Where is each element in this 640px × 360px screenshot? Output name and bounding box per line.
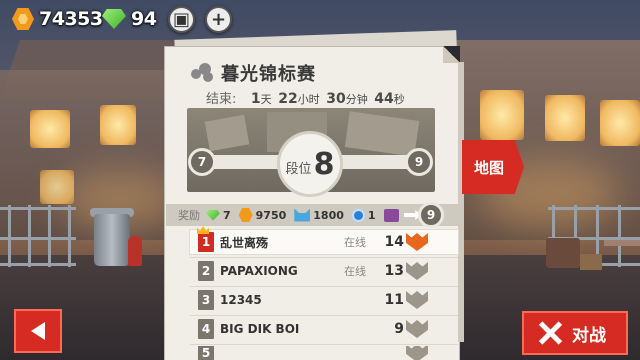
gem-count: 94: [131, 8, 157, 30]
coin-hex-icon: [238, 208, 253, 222]
rank-badge: 4: [198, 319, 214, 339]
bag-icon: ▣: [172, 8, 190, 30]
timer-minutes: 30: [326, 91, 346, 107]
window-light: [100, 105, 136, 145]
player-name: 12345: [220, 293, 262, 307]
paper-side: [458, 62, 464, 342]
online-status: 在线: [344, 265, 366, 278]
leaderboard-row[interactable]: 4 BIG DIK BOI 9: [190, 317, 458, 341]
reward-cats: 1800: [313, 208, 344, 222]
leaderboard-row[interactable]: 2 PAPAXIONG 在线 13: [190, 259, 458, 283]
player-score: 14: [384, 234, 404, 250]
timer-days-unit: 天: [260, 93, 272, 106]
timer-days: 1: [250, 91, 261, 107]
player-name: 乱世离殇: [220, 235, 269, 250]
leaderboard-row[interactable]: 1 乱世离殇 在线 14: [190, 230, 458, 254]
row-divider: [190, 315, 458, 316]
medal-icon: [406, 262, 428, 280]
shop-button[interactable]: ▣: [168, 6, 195, 33]
paper-fold: [443, 46, 460, 63]
timer-label: 结束:: [206, 92, 237, 107]
window-light: [480, 90, 524, 140]
reward-coins: 9750: [255, 208, 287, 222]
window-light: [30, 110, 70, 148]
coin-count: 74353: [39, 8, 103, 30]
player-score: 13: [384, 263, 404, 279]
gem-counter: 94: [102, 8, 157, 30]
crossed-swords-icon: [538, 321, 563, 345]
window-light: [600, 100, 640, 146]
player-name: BIG DIK BOI: [220, 322, 300, 336]
crate-icon: [383, 208, 399, 222]
fight-button-label: 对战: [572, 325, 606, 346]
gem-icon: [102, 9, 126, 29]
prev-rank-node: 7: [188, 148, 216, 176]
coin-hex-icon: [12, 8, 34, 30]
coin-counter: 74353: [12, 8, 103, 30]
map-button-label: 地图: [474, 158, 505, 177]
timer-minutes-unit: 分钟: [345, 93, 368, 106]
rank-badge: 5: [198, 346, 214, 360]
medal-icon: [406, 291, 428, 309]
next-rank-node: 9: [405, 148, 433, 176]
rewards-strip: 奖励 7 9750 1800 1: [166, 204, 460, 226]
rewards-label: 奖励: [178, 209, 200, 222]
reward-gems: 7: [223, 208, 231, 222]
gem-icon: [206, 209, 220, 221]
row-divider: [190, 257, 458, 258]
add-currency-button[interactable]: +: [205, 6, 232, 33]
dust-cloud-icon: [191, 63, 215, 83]
medal-icon: [406, 233, 428, 251]
medal-icon: [406, 320, 428, 338]
window-light: [545, 95, 585, 141]
box: [580, 254, 602, 270]
leaderboard-row[interactable]: 5: [190, 346, 458, 360]
reward-next-rank-node: 9: [418, 202, 444, 228]
paw-icon: [351, 208, 365, 222]
player-score: 9: [394, 321, 404, 337]
trash-can: [94, 214, 130, 266]
tournament-timer: 结束: 1天 22小时 30分钟 44秒: [206, 88, 407, 107]
rank-value: 8: [313, 146, 335, 182]
reward-paws: 1: [367, 208, 376, 222]
timer-hours-unit: 小时: [297, 93, 320, 106]
online-status: 在线: [344, 236, 366, 249]
map-button[interactable]: 地图: [462, 140, 524, 194]
tournament-title: 暮光锦标赛: [221, 64, 316, 85]
timer-hours: 22: [278, 91, 298, 107]
plus-icon: +: [210, 8, 227, 30]
bench: [604, 240, 640, 246]
rank-badge: 1: [198, 232, 214, 252]
rank-badge: 2: [198, 261, 214, 281]
player-name: PAPAXIONG: [220, 264, 298, 278]
row-divider: [190, 344, 458, 345]
player-score: 11: [384, 292, 404, 308]
row-divider: [190, 286, 458, 287]
fight-button[interactable]: 对战: [522, 311, 628, 355]
fence-left: [0, 205, 76, 267]
leaderboard-row[interactable]: 3 12345 11: [190, 288, 458, 312]
medal-icon: [406, 346, 428, 360]
current-rank-badge: 段位 8: [277, 131, 343, 197]
suitcase: [546, 238, 580, 268]
rank-label: 段位: [285, 161, 312, 177]
timer-seconds-unit: 秒: [393, 93, 405, 106]
timer-seconds: 44: [374, 91, 394, 107]
rank-badge: 3: [198, 290, 214, 310]
back-arrow-icon: [31, 322, 45, 340]
back-button[interactable]: [14, 309, 62, 353]
cat-head-icon: [294, 208, 311, 222]
tournament-title-row: 暮光锦标赛: [191, 60, 316, 86]
fire-extinguisher: [128, 236, 142, 266]
